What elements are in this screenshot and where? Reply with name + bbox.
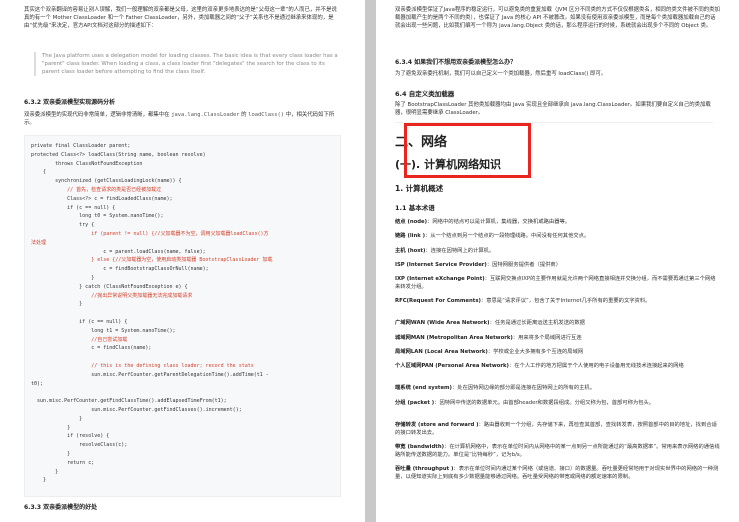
term-item: IXP (Internet eXchange Point)：互联网交换点IXP的… [395, 276, 720, 292]
code-line: } catch (ClassNotFoundException e) { [31, 283, 188, 290]
code-line: sun.misc.PerfCounter.getFindClassTime().… [31, 398, 227, 405]
code-line: resolveClass(c); [31, 442, 128, 449]
code-line: return c; [31, 459, 95, 466]
term-value: ：学校或企业大多拥有多个互连的局域网 [487, 349, 584, 355]
impl-paragraph: 双亲委派模型的实现代码非常简单，逻辑非常清晰，都集中在 java.lang.Cl… [24, 111, 339, 127]
term-key: RFC(Request For Comments) [395, 298, 481, 305]
heading-basic-terms: 1.1 基本术语 [395, 204, 435, 212]
term-value: ：网络中的结点可以是计算机，集线器，交换机或路由器等。 [427, 219, 571, 225]
term-value: ：用来将多个局域网进行互连 [512, 334, 582, 341]
code-line: //自己尝试加载 [31, 336, 128, 343]
paragraph-delegation-benefits: 双亲委派模型保证了Java程序的稳定运行，可以避免类的重复加载（JVM 区分不同… [395, 7, 720, 29]
term-key: 局域网LAN (Local Area Network) [395, 349, 488, 355]
term-key: 带宽 (bandwidth) [395, 443, 445, 450]
code-line: protected Class<?> loadClass(String name… [31, 151, 206, 158]
code-line: c = findBootstrapClassOrNull(name); [31, 266, 209, 273]
term-value: ：从一个结点到另一个结点的一段物理线路。中间没有任何其他交点。 [425, 233, 590, 240]
term-key: IXP (Internet eXchange Point) [395, 276, 485, 283]
heading-bottom: 6.3.3 双亲委派模型的好处 [24, 504, 98, 511]
term-key: 分组 (packet ) [395, 399, 435, 406]
term-value: ：因特网服务提供者（提供商） [486, 261, 562, 268]
term-item: 主机 (host)：连接在因特网上的计算机。 [395, 248, 720, 256]
right-page: 双亲委派模型保证了Java程序的稳定运行，可以避免类的重复加载（JVM 区分不同… [376, 0, 739, 522]
impl-code-1: java.lang.ClassLoader [171, 112, 240, 118]
term-item: 广域网WAN (Wide Area Network)：任务是通过长距离运送主机发… [395, 320, 720, 328]
code-line: try { [31, 222, 95, 229]
term-item: 端系统 (end system)：处在因特网边缘的部分即是连接在因特网上的所有的… [395, 385, 720, 393]
code-line: throws ClassNotFoundException [31, 160, 143, 167]
term-item: 结点 (node)：网络中的结点可以是计算机，集线器，交换机或路由器等。 [395, 219, 720, 227]
term-value: ：因特网中传送的数据单元。由首部header和数据段组成。分组又称为包，首部可称… [434, 399, 655, 406]
code-line: if (c == null) { [31, 319, 128, 325]
term-item: RFC(Request For Comments)：意思是“请求评议”，包含了关… [395, 298, 720, 306]
term-key: 主机 (host) [395, 247, 426, 254]
term-key: 个人区域网PAN (Personal Area Network) [395, 363, 509, 370]
api-quote: The Java platform uses a delegation mode… [34, 52, 340, 76]
term-item: ISP (Internet Service Provider)：因特网服务提供者… [395, 262, 720, 270]
term-item: 链路 (link )：从一个结点到另一个结点的一段物理线路。中间没有任何其他交点… [395, 233, 720, 241]
code-line: { [31, 169, 47, 176]
term-value: ：在计算机网络中，表示在单位时间内从网络中的某一点到另一点所能通过的“最高数据率… [395, 443, 720, 458]
term-value: ：连接在因特网上的计算机。 [425, 247, 495, 254]
code-line: } [31, 468, 59, 475]
term-item: 吞吐量 (throughput )：表示在单位时间内通过某个网络（或信道、接口）… [395, 466, 720, 482]
term-key: 存储转发 (store and forward ) [395, 421, 479, 428]
term-item: 城域网MAN (Metropolitan Area Network)：用来将多个… [395, 335, 720, 343]
code-line: Class<?> c = findLoadedClass(name); [31, 195, 173, 202]
code-line: if (c == null) { [31, 204, 116, 211]
code-line: } [31, 451, 71, 457]
term-item: 局域网LAN (Local Area Network)：学校或企业大多拥有多个互… [395, 349, 720, 357]
code-line: } [31, 301, 83, 308]
term-key: 链路 (link ) [395, 233, 426, 240]
code-line: if (resolve) { [31, 433, 110, 440]
code-line: } [31, 275, 95, 281]
code-line: t0); [31, 380, 44, 387]
code-block: private final ClassLoader parent; protect… [24, 135, 341, 497]
code-line: long t1 = System.nanoTime(); [31, 327, 176, 334]
left-page: 其实这个双亲翻译的容易让别人误解，我们一般理解的双亲都是父母，这里的双亲更多地表… [0, 0, 365, 522]
code-line: c = findClass(name); [31, 345, 152, 352]
term-key: ISP (Internet Service Provider) [395, 261, 487, 268]
term-item: 带宽 (bandwidth)：在计算机网络中，表示在单位时间内从网络中的某一点到… [395, 444, 720, 460]
paragraph-custom-loader: 除了 BootstrapClassLoader 其他类加载器均由 Java 实现… [395, 102, 711, 116]
code-line: 法处理 [31, 239, 47, 246]
term-item: 分组 (packet )：因特网中传送的数据单元。由首部header和数据段组成… [395, 400, 720, 408]
impl-text-2: 的 [241, 112, 247, 118]
code-line: } [31, 477, 47, 484]
highlight-box [404, 123, 531, 178]
term-key: 城域网MAN (Metropolitan Area Network) [395, 334, 513, 341]
term-item: 存储转发 (store and forward )：路由器收到一个分组，先存储下… [395, 422, 720, 438]
code-line: private final ClassLoader parent; [31, 143, 131, 149]
heading-computer-overview: 1. 计算机概述 [395, 184, 444, 193]
code-line: } [31, 415, 83, 422]
code-line: long t0 = System.nanoTime(); [31, 213, 164, 220]
term-value: ：处在因特网边缘的部分即是连接在因特网上的所有的主机。 [451, 385, 596, 392]
term-value: ：在个人工作的地方把属于个人使用的电子设备用无线技术连接起来的网络 [508, 363, 684, 370]
code-line: c = parent.loadClass(name, false); [31, 248, 206, 255]
term-key: 结点 (node) [395, 219, 428, 225]
heading-64: 6.4 自定义类加载器 [395, 90, 455, 98]
code-line: // this is the defining class loader; re… [31, 363, 254, 369]
code-line: if (parent != null) {//父加载器不为空，调用父加载器loa… [31, 231, 269, 237]
code-line: //抛出异常说明父类加载器无法完成加载请求 [31, 292, 193, 299]
code-line: } [31, 424, 71, 431]
code-line: // 首先，检查请求的类是否已经被加载过 [31, 187, 162, 193]
code-line: } else {//父加载器为空，使用启动类加载器 BootstrapClass… [31, 257, 273, 264]
heading-impl: 6.3.2 双亲委派模型实现源码分析 [24, 99, 116, 106]
code-line: sun.misc.PerfCounter.getFindClasses().in… [31, 407, 242, 413]
term-key: 吞吐量 (throughput ) [395, 466, 454, 472]
term-key: 端系统 (end system) [395, 385, 452, 392]
paragraph-override: 为了避免双亲委托机制，我们可以自己定义一个类加载器，然后重写 loadClass… [395, 71, 607, 77]
impl-code-2: loadClass() [248, 112, 284, 118]
code-line: synchronized (getClassLoadingLock(name))… [31, 178, 182, 185]
intro-paragraph: 其实这个双亲翻译的容易让别人误解，我们一般理解的双亲都是父母，这里的双亲更多地表… [24, 7, 337, 29]
term-value: ：意思是“请求评议”，包含了关于Internet几乎所有的重要的文字资料。 [480, 298, 651, 305]
term-item: 个人区域网PAN (Personal Area Network)：在个人工作的地… [395, 363, 720, 371]
heading-634: 6.3.4 如果我们不想用双亲委派模型怎么办？ [395, 59, 517, 66]
term-value: ：任务是通过长距离运送主机发送的数据 [489, 320, 585, 327]
term-key: 广域网WAN (Wide Area Network) [395, 320, 490, 327]
code-line: sun.misc.PerfCounter.getParentDelegation… [31, 371, 269, 378]
impl-text-1: 双亲委派模型的实现代码非常简单，逻辑非常清晰，都集中在 [24, 112, 170, 118]
